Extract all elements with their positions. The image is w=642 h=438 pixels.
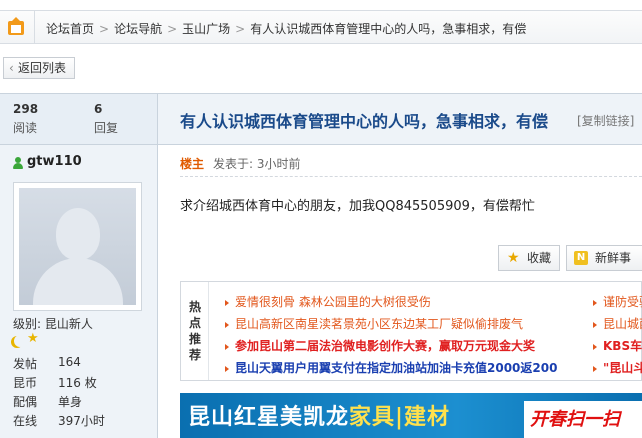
hot-label-char: 推 [189,332,202,346]
hot-label-char: 热 [189,300,202,314]
hot-item-text: "昆山斗 [603,361,642,375]
chevron-left-icon: ‹ [9,61,14,75]
stat-label-online: 在线 [13,414,38,428]
hot-item-link[interactable]: KBS车友 [593,337,642,354]
favorite-button[interactable]: ★ 收藏 [498,245,561,271]
breadcrumb-bar: 论坛首页 > 论坛导航 > 玉山广场 > 有人认识城西体育管理中心的人吗，急事相求，有偿 [0,10,642,44]
stat-label-posts: 发帖 [13,357,38,371]
hot-label-char: 荐 [189,348,202,362]
star-icon: ★ [507,250,520,266]
banner-headline: 昆山红星美凯龙家具|建材 [188,399,450,431]
breadcrumb-separator: > [235,22,246,36]
stat-label-spouse: 配偶 [13,395,38,409]
banner-text-furniture: 家具 [349,404,396,430]
post-body: 求介绍城西体育中心的朋友，加我QQ845505909，有偿帮忙 [180,199,535,214]
breadcrumb: 论坛首页 > 论坛导航 > 玉山广场 > 有人认识城西体育管理中心的人吗，急事相求，有偿 [46,20,526,37]
hot-label-char: 点 [189,316,202,330]
hot-item-link[interactable]: 爱情很刻骨 森林公园里的大树很受伤 [225,293,431,310]
thread-header: 298 阅读 6 回复 有人认识城西体育管理中心的人吗，急事相求，有偿 [复制链… [0,93,642,145]
banner-promo: 开春扫一扫 [524,401,642,438]
copy-link-button[interactable]: [复制链接] [577,112,634,129]
hot-item-text: 昆山城西 [603,317,642,331]
avatar-head-silhouette [56,208,100,260]
bullet-icon [593,321,597,328]
share-fresh-button[interactable]: N 新鲜事 [566,245,642,271]
hot-item-text: 谨防受骗 [603,295,642,309]
breadcrumb-item-forum-nav[interactable]: 论坛导航 [114,22,162,36]
views-count: 298 [13,102,39,116]
bullet-icon [593,299,597,306]
banner-promo-text: 开春扫一扫 [530,409,620,430]
breadcrumb-item-forum-home[interactable]: 论坛首页 [46,22,94,36]
bullet-icon [225,343,229,350]
bullet-icon [225,321,229,328]
hot-item-text: 昆山高新区南星渎茗景苑小区东边某工厂疑似偷排废气 [235,317,524,331]
hot-item-link[interactable]: 参加昆山第二届法治微电影创作大赛，赢取万元现金大奖 [225,337,535,354]
banner-text-brand: 昆山红星美凯龙 [188,404,350,430]
author-profile: gtw110 级别: 昆山新人 ★ 发帖 164 昆币 116 枚 配偶 单身 … [0,145,158,438]
divider [34,11,35,43]
bullet-icon [225,299,229,306]
thread-title: 有人认识城西体育管理中心的人吗，急事相求，有偿 [180,112,549,131]
user-online-icon [13,157,23,169]
home-icon[interactable] [8,17,24,35]
stat-value-spouse: 单身 [58,395,83,409]
thread-stats: 298 阅读 6 回复 [0,94,158,144]
post-content: 楼主 发表于: 3小时前 求介绍城西体育中心的朋友，加我QQ845505909，… [158,145,642,438]
bullet-icon [593,343,597,350]
breadcrumb-separator: > [167,22,178,36]
fresh-news-icon: N [574,251,588,265]
replies-label: 回复 [94,121,119,135]
op-badge: 楼主 [180,157,205,171]
hot-item-text: KBS车友 [603,339,642,353]
avatar-placeholder [19,188,136,305]
hot-item-link[interactable]: 谨防受骗 [593,293,642,310]
bullet-icon [593,365,597,372]
hot-item-link[interactable]: 昆山高新区南星渎茗景苑小区东边某工厂疑似偷排废气 [225,315,523,332]
hot-label: 热 点 推 荐 [181,282,209,380]
divider [180,176,642,177]
post-time: 发表于: 3小时前 [213,157,301,171]
stat-value-coins: 116 枚 [58,376,97,390]
hot-item-link[interactable]: 昆山城西 [593,315,642,332]
fresh-label: 新鲜事 [595,251,632,265]
hot-item-text: 昆山天翼用户用翼支付在指定加油站加油卡充值2000返200 [235,361,558,375]
avatar[interactable] [13,182,142,311]
stat-label-coins: 昆币 [13,376,38,390]
hot-recommendations: 热 点 推 荐 爱情很刻骨 森林公园里的大树很受伤昆山高新区南星渎茗景苑小区东边… [180,281,642,381]
bullet-icon [225,365,229,372]
breadcrumb-item-yushan-square[interactable]: 玉山广场 [182,22,230,36]
stat-value-online: 397小时 [58,414,105,428]
replies-count: 6 [94,102,103,116]
avatar-body-silhouette [33,258,123,305]
breadcrumb-separator: > [99,22,110,36]
moon-icon [14,335,26,347]
user-level: 级别: 昆山新人 [13,317,93,331]
back-to-list-label: 返回列表 [18,61,67,75]
stat-value-posts: 164 [58,355,81,369]
username[interactable]: gtw110 [27,154,82,169]
ad-banner[interactable]: 昆山红星美凯龙家具|建材 开春扫一扫 [180,393,642,438]
hot-item-link[interactable]: "昆山斗 [593,359,642,376]
hot-item-link[interactable]: 昆山天翼用户用翼支付在指定加油站加油卡充值2000返200 [225,359,557,376]
back-to-list-button[interactable]: ‹ 返回列表 [3,57,76,79]
hot-item-text: 参加昆山第二届法治微电影创作大赛，赢取万元现金大奖 [235,339,536,353]
star-icon: ★ [27,331,39,346]
banner-text-building: |建材 [395,404,451,430]
favorite-label: 收藏 [527,251,552,265]
views-label: 阅读 [13,121,38,135]
hot-item-text: 爱情很刻骨 森林公园里的大树很受伤 [235,295,431,309]
breadcrumb-item-current-thread[interactable]: 有人认识城西体育管理中心的人吗，急事相求，有偿 [250,22,526,36]
